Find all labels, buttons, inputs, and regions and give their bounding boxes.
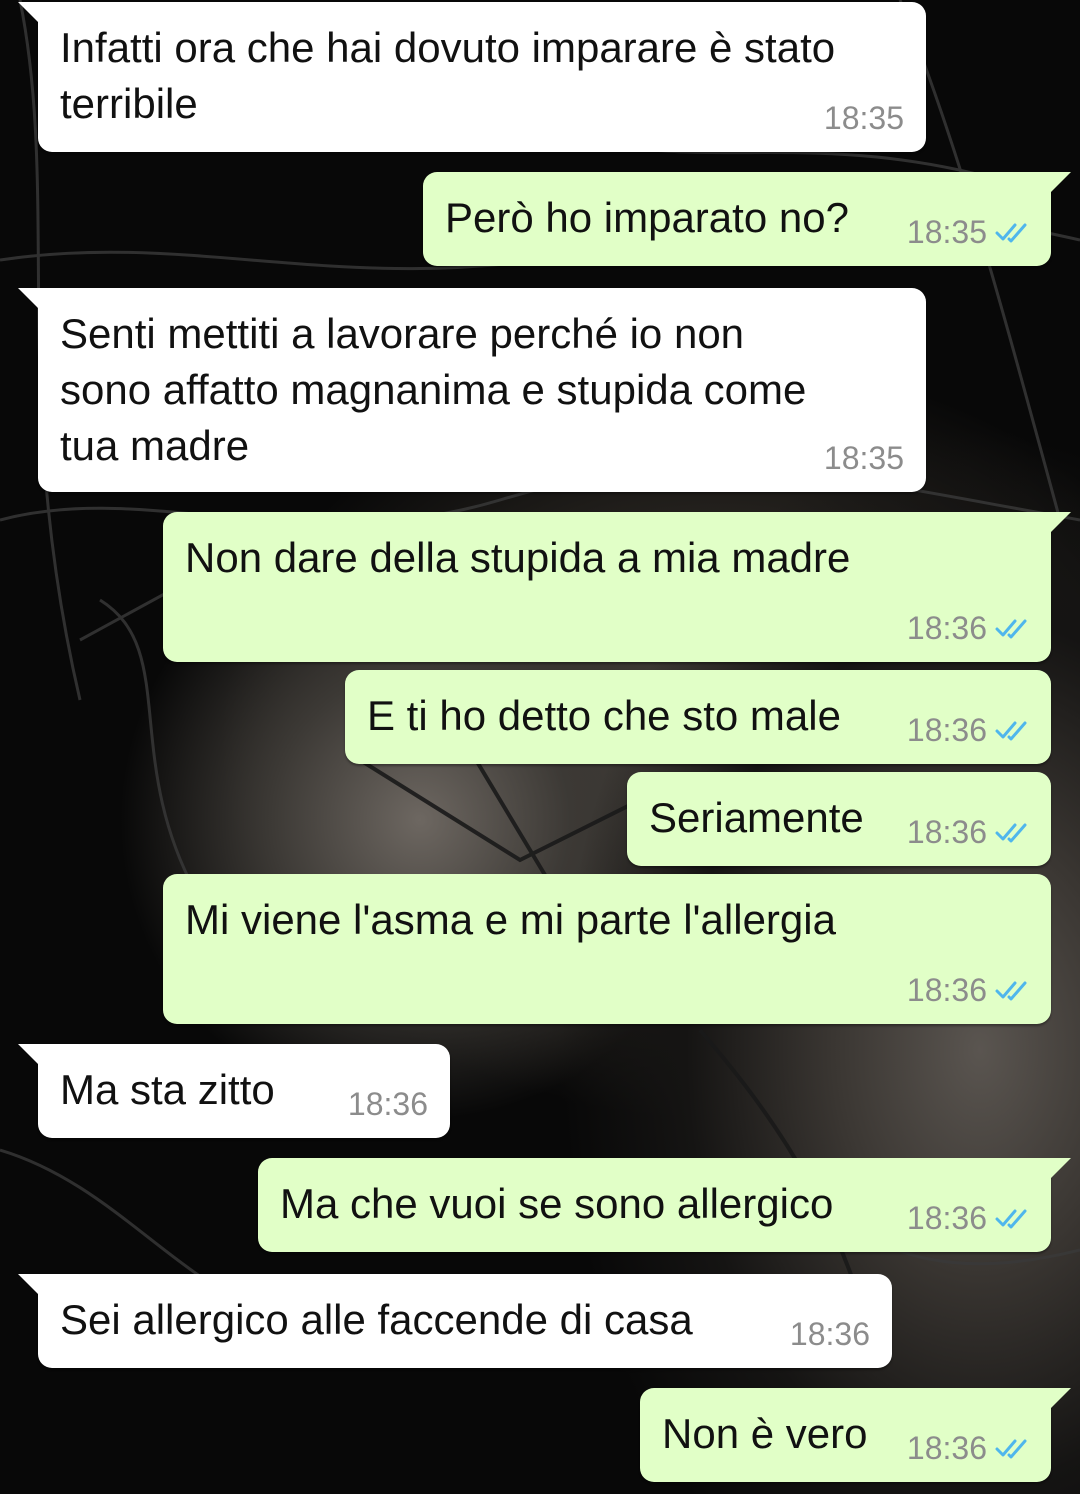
message-text: Ma che vuoi se sono allergico (280, 1180, 834, 1227)
message-time: 18:36 (906, 1430, 987, 1466)
message-time: 18:36 (906, 1200, 987, 1236)
bubble-tail (1051, 1158, 1071, 1178)
message-time: 18:36 (906, 610, 987, 646)
message-meta: 18:36 (348, 1086, 428, 1122)
message-text: Senti mettiti a lavorare perché io non s… (60, 310, 807, 469)
message-meta: 18:35 (824, 100, 904, 136)
double-check-read-icon (995, 1209, 1027, 1229)
message-time: 18:36 (906, 814, 987, 850)
bubble-tail (18, 2, 38, 22)
message-meta: 18:36 (790, 1316, 870, 1352)
message-text: Mi viene l'asma e mi parte l'allergia (185, 896, 836, 943)
message-meta: 18:35 (824, 440, 904, 476)
message-bubble-outgoing[interactable]: Seriamente 18:36 (627, 772, 1051, 866)
message-text: E ti ho detto che sto male (367, 692, 841, 739)
message-time: 18:35 (823, 440, 904, 476)
double-check-read-icon (995, 223, 1027, 243)
message-bubble-incoming[interactable]: Ma sta zitto 18:36 (18, 1044, 450, 1138)
message-bubble-outgoing[interactable]: E ti ho detto che sto male 18:36 (345, 670, 1051, 764)
message-meta: 18:36 (907, 1430, 1031, 1466)
message-time: 18:36 (789, 1316, 870, 1352)
bubble-tail (1051, 1388, 1071, 1408)
message-text: Infatti ora che hai dovuto imparare è st… (60, 24, 836, 127)
message-meta: 18:36 (907, 712, 1031, 748)
message-bubble-incoming[interactable]: Infatti ora che hai dovuto imparare è st… (18, 2, 926, 152)
message-bubble-outgoing[interactable]: Mi viene l'asma e mi parte l'allergia 18… (163, 874, 1051, 1024)
message-text: Non dare della stupida a mia madre (185, 534, 851, 581)
message-meta: 18:36 (907, 1200, 1031, 1236)
message-meta: 18:36 (907, 610, 1031, 646)
double-check-read-icon (995, 619, 1027, 639)
message-meta: 18:36 (907, 972, 1031, 1008)
message-text: Non è vero (662, 1410, 868, 1457)
message-time: 18:35 (906, 214, 987, 250)
message-text: Però ho imparato no? (445, 194, 849, 241)
message-text: Ma sta zitto (60, 1066, 275, 1113)
message-meta: 18:36 (907, 814, 1031, 850)
double-check-read-icon (995, 721, 1027, 741)
double-check-read-icon (995, 1439, 1027, 1459)
message-bubble-incoming[interactable]: Sei allergico alle faccende di casa 18:3… (18, 1274, 892, 1368)
message-time: 18:36 (906, 972, 987, 1008)
double-check-read-icon (995, 981, 1027, 1001)
message-bubble-outgoing[interactable]: Però ho imparato no? 18:35 (423, 172, 1071, 266)
message-time: 18:35 (823, 100, 904, 136)
double-check-read-icon (995, 823, 1027, 843)
message-bubble-outgoing[interactable]: Non dare della stupida a mia madre 18:36 (163, 512, 1071, 662)
message-bubble-incoming[interactable]: Senti mettiti a lavorare perché io non s… (18, 288, 926, 492)
message-time: 18:36 (906, 712, 987, 748)
bubble-tail (1051, 512, 1071, 532)
message-time: 18:36 (347, 1086, 428, 1122)
message-text: Seriamente (649, 794, 864, 841)
bubble-tail (18, 1274, 38, 1294)
bubble-tail (18, 1044, 38, 1064)
message-meta: 18:35 (907, 214, 1031, 250)
bubble-tail (18, 288, 38, 308)
message-bubble-outgoing[interactable]: Ma che vuoi se sono allergico 18:36 (258, 1158, 1071, 1252)
message-bubble-outgoing[interactable]: Non è vero 18:36 (640, 1388, 1071, 1482)
bubble-tail (1051, 172, 1071, 192)
message-text: Sei allergico alle faccende di casa (60, 1296, 693, 1343)
